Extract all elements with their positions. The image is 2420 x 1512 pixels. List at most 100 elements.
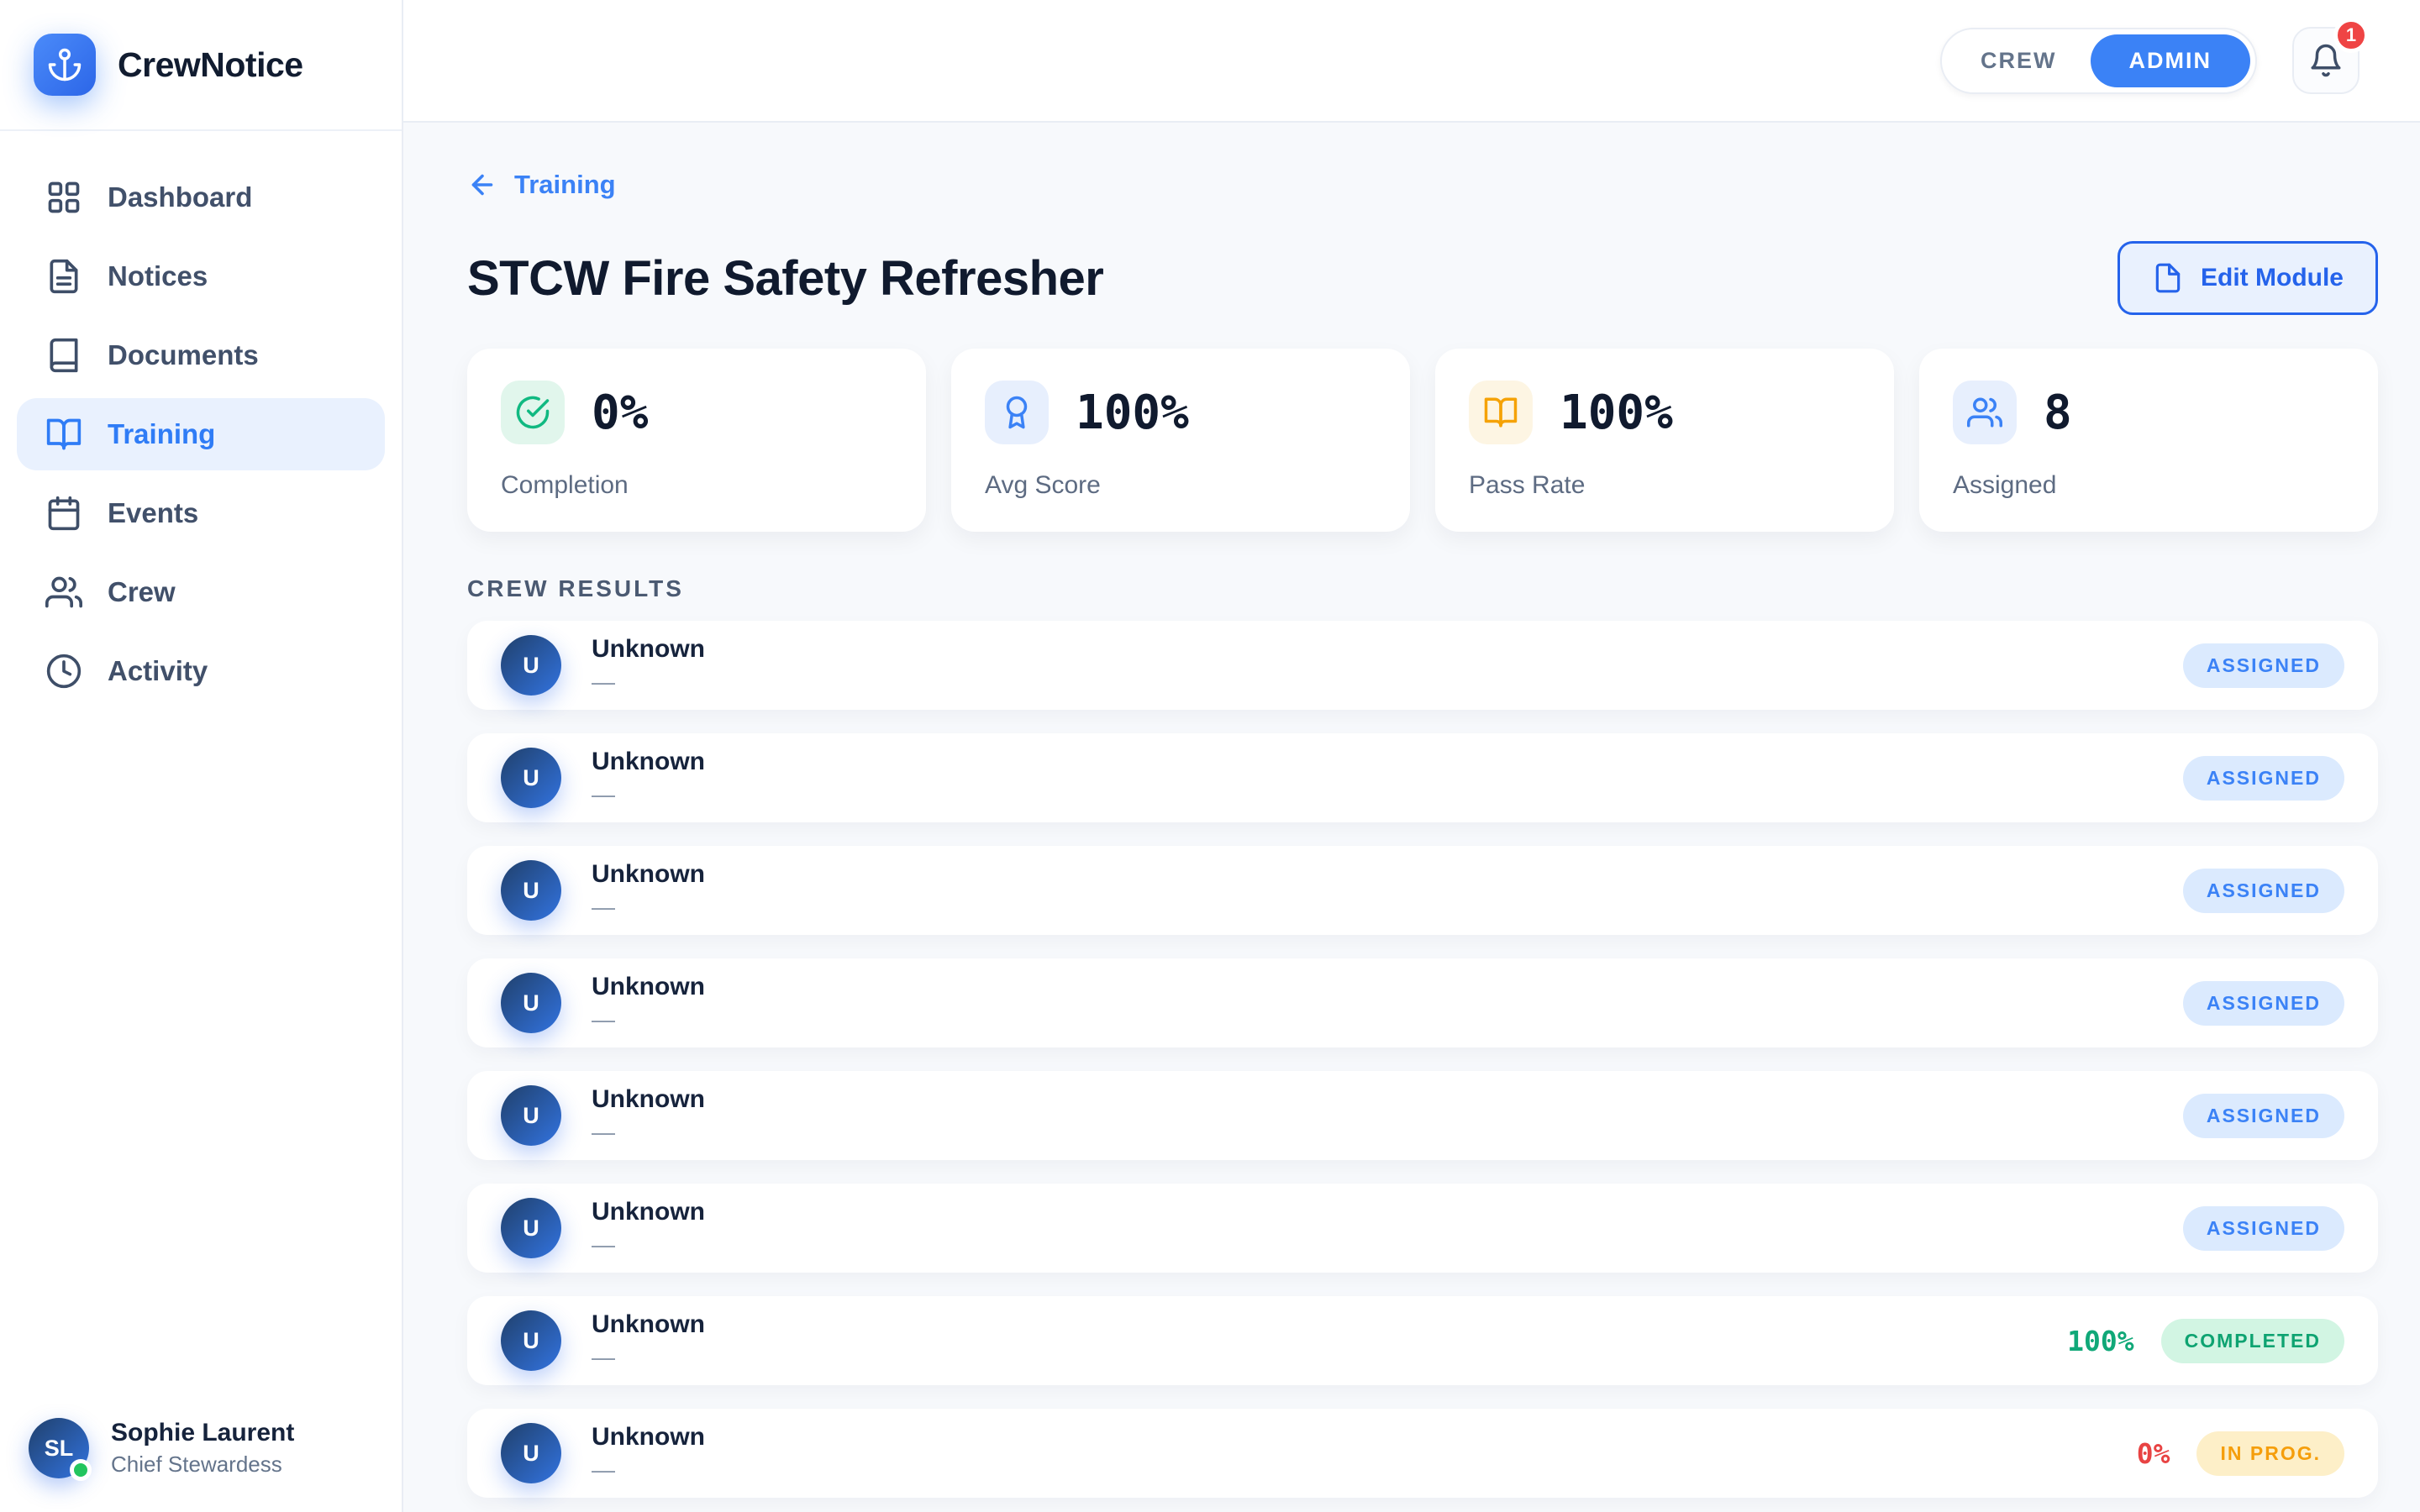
sidebar-item-dashboard[interactable]: Dashboard bbox=[17, 161, 385, 234]
crew-result-row[interactable]: U Unknown — ASSIGNED bbox=[467, 1184, 2378, 1273]
sidebar-item-label: Notices bbox=[108, 260, 208, 292]
status-badge: ASSIGNED bbox=[2183, 869, 2344, 913]
anchor-logo-icon bbox=[34, 34, 96, 96]
users-icon bbox=[45, 574, 82, 611]
main-area: CREW ADMIN 1 Training STCW Fire Safety R… bbox=[403, 0, 2420, 1512]
back-link-label: Training bbox=[514, 170, 616, 200]
stat-card-completion: 0% Completion bbox=[467, 349, 926, 532]
score-value: 0% bbox=[2137, 1437, 2170, 1470]
score-value: 100% bbox=[2067, 1325, 2133, 1357]
title-row: STCW Fire Safety Refresher Edit Module bbox=[467, 241, 2378, 315]
crew-name: Unknown bbox=[592, 1423, 705, 1452]
crew-result-row[interactable]: U Unknown — ASSIGNED bbox=[467, 958, 2378, 1047]
row-right: ASSIGNED bbox=[2183, 756, 2344, 801]
crew-avatar: U bbox=[501, 860, 561, 921]
status-badge: ASSIGNED bbox=[2183, 643, 2344, 688]
row-right: ASSIGNED bbox=[2183, 869, 2344, 913]
crew-detail: — bbox=[592, 669, 705, 696]
sidebar-item-training[interactable]: Training bbox=[17, 398, 385, 470]
status-badge: ASSIGNED bbox=[2183, 756, 2344, 801]
crew-avatar: U bbox=[501, 1423, 561, 1483]
crew-result-row[interactable]: U Unknown — ASSIGNED bbox=[467, 846, 2378, 935]
crew-detail: — bbox=[592, 1119, 705, 1146]
stat-top: 100% bbox=[985, 381, 1376, 444]
crew-results-list: U Unknown — ASSIGNED U Unknown — bbox=[467, 621, 2378, 1498]
sidebar-item-activity[interactable]: Activity bbox=[17, 635, 385, 707]
status-badge: ASSIGNED bbox=[2183, 981, 2344, 1026]
role-toggle: CREW ADMIN bbox=[1940, 28, 2257, 94]
crew-avatar: U bbox=[501, 1198, 561, 1258]
notifications-button[interactable]: 1 bbox=[2292, 27, 2360, 94]
book-open-icon bbox=[45, 416, 82, 453]
row-right: ASSIGNED bbox=[2183, 1094, 2344, 1138]
current-user[interactable]: SL Sophie Laurent Chief Stewardess bbox=[0, 1393, 402, 1512]
back-to-training-link[interactable]: Training bbox=[467, 170, 616, 200]
stat-label: Avg Score bbox=[985, 471, 1376, 500]
users-icon bbox=[1953, 381, 2017, 444]
sidebar-item-documents[interactable]: Documents bbox=[17, 319, 385, 391]
user-name: Sophie Laurent bbox=[111, 1419, 294, 1447]
user-role: Chief Stewardess bbox=[111, 1452, 294, 1478]
crew-name: Unknown bbox=[592, 973, 705, 1001]
row-right: ASSIGNED bbox=[2183, 643, 2344, 688]
stat-value: 100% bbox=[1560, 386, 1673, 440]
grid-icon bbox=[45, 179, 82, 216]
user-avatar: SL bbox=[29, 1418, 89, 1478]
page-content: Training STCW Fire Safety Refresher Edit… bbox=[403, 123, 2420, 1512]
toggle-crew-button[interactable]: CREW bbox=[1947, 36, 2091, 86]
status-badge: IN PROG. bbox=[2196, 1431, 2344, 1476]
crew-detail: — bbox=[592, 1457, 705, 1483]
toggle-admin-button[interactable]: ADMIN bbox=[2091, 34, 2251, 87]
brand-header: CrewNotice bbox=[0, 0, 402, 131]
award-icon bbox=[985, 381, 1049, 444]
stat-top: 0% bbox=[501, 381, 892, 444]
crew-result-row[interactable]: U Unknown — ASSIGNED bbox=[467, 621, 2378, 710]
status-badge: ASSIGNED bbox=[2183, 1206, 2344, 1251]
status-badge: COMPLETED bbox=[2161, 1319, 2344, 1363]
stat-card-assigned: 8 Assigned bbox=[1919, 349, 2378, 532]
clock-icon bbox=[45, 653, 82, 690]
crew-result-row[interactable]: U Unknown — 100% COMPLETED bbox=[467, 1296, 2378, 1385]
row-right: ASSIGNED bbox=[2183, 1206, 2344, 1251]
crew-initial: U bbox=[523, 1215, 539, 1242]
file-text-icon bbox=[45, 258, 82, 295]
user-meta: Sophie Laurent Chief Stewardess bbox=[111, 1419, 294, 1478]
sidebar-nav: Dashboard Notices Documents Training Eve… bbox=[0, 131, 402, 738]
sidebar-item-label: Dashboard bbox=[108, 181, 252, 213]
check-circle-icon bbox=[501, 381, 565, 444]
crew-avatar: U bbox=[501, 1085, 561, 1146]
row-right: 0% IN PROG. bbox=[2137, 1431, 2344, 1476]
sidebar-item-events[interactable]: Events bbox=[17, 477, 385, 549]
crew-meta: Unknown — bbox=[592, 973, 705, 1033]
sidebar-item-notices[interactable]: Notices bbox=[17, 240, 385, 312]
crew-initial: U bbox=[523, 765, 539, 791]
notification-count-badge: 1 bbox=[2333, 18, 2369, 53]
edit-module-button[interactable]: Edit Module bbox=[2118, 241, 2378, 315]
crew-result-row[interactable]: U Unknown — 0% IN PROG. bbox=[467, 1409, 2378, 1498]
crew-meta: Unknown — bbox=[592, 860, 705, 921]
book-open-icon bbox=[1469, 381, 1533, 444]
stat-card-avg-score: 100% Avg Score bbox=[951, 349, 1410, 532]
crew-result-row[interactable]: U Unknown — ASSIGNED bbox=[467, 733, 2378, 822]
crew-avatar: U bbox=[501, 635, 561, 696]
book-icon bbox=[45, 337, 82, 374]
sidebar-item-label: Activity bbox=[108, 655, 208, 687]
sidebar-item-crew[interactable]: Crew bbox=[17, 556, 385, 628]
crew-meta: Unknown — bbox=[592, 1085, 705, 1146]
crew-initial: U bbox=[523, 990, 539, 1016]
crew-meta: Unknown — bbox=[592, 748, 705, 808]
crew-result-row[interactable]: U Unknown — ASSIGNED bbox=[467, 1071, 2378, 1160]
crew-meta: Unknown — bbox=[592, 635, 705, 696]
crew-detail: — bbox=[592, 1006, 705, 1033]
crew-initial: U bbox=[523, 878, 539, 904]
row-right: ASSIGNED bbox=[2183, 981, 2344, 1026]
brand-name: CrewNotice bbox=[118, 45, 303, 85]
stat-card-pass-rate: 100% Pass Rate bbox=[1435, 349, 1894, 532]
crew-detail: — bbox=[592, 1344, 705, 1371]
sidebar-item-label: Events bbox=[108, 497, 198, 529]
crew-avatar: U bbox=[501, 1310, 561, 1371]
stat-top: 100% bbox=[1469, 381, 1860, 444]
crew-name: Unknown bbox=[592, 1198, 705, 1226]
stat-value: 100% bbox=[1076, 386, 1189, 440]
stat-label: Assigned bbox=[1953, 471, 2344, 500]
